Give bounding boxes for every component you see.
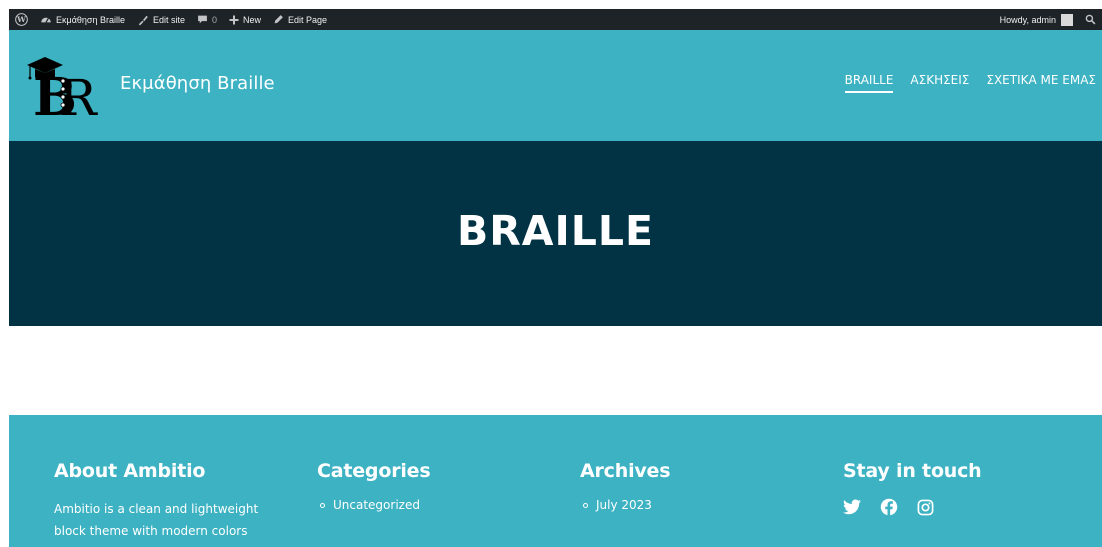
site-logo[interactable]: B R [25, 47, 103, 128]
search-icon [1085, 14, 1096, 25]
edit-site-link[interactable]: Edit site [131, 9, 191, 30]
plus-icon [229, 15, 239, 24]
footer-categories: Categories Uncategorized [317, 460, 557, 512]
brush-icon [138, 15, 148, 25]
footer-archives: Archives July 2023 [580, 460, 820, 512]
wordpress-icon: W [15, 13, 28, 26]
avatar [1061, 13, 1073, 26]
edit-site-label: Edit site [152, 14, 185, 25]
edit-page-label: Edit Page [288, 14, 328, 25]
category-item[interactable]: Uncategorized [317, 498, 557, 512]
category-label: Uncategorized [333, 498, 420, 512]
site-header: B R Εκμάθηση Braille BRAILLE ΑΣΚΗΣΕΙΣ ΣΧ… [9, 30, 1102, 141]
instagram-icon[interactable] [917, 499, 934, 516]
new-content-button[interactable]: New [223, 9, 267, 30]
nav-item-braille[interactable]: BRAILLE [844, 73, 893, 93]
comments-count: 0 [212, 14, 218, 25]
categories-heading: Categories [317, 460, 431, 482]
svg-text:R: R [59, 69, 98, 117]
about-heading: About Ambitio [54, 460, 206, 482]
admin-bar: W Εκμάθηση Braille Edit site 0 New Edit … [9, 9, 1102, 30]
twitter-icon[interactable] [843, 499, 861, 515]
hero-banner: BRAILLE [9, 141, 1102, 326]
page-content [9, 326, 1102, 415]
dashboard-icon [41, 17, 51, 23]
social-heading: Stay in touch [843, 460, 982, 482]
footer-about: About Ambitio Ambitio is a clean and lig… [54, 460, 294, 547]
pencil-icon [274, 15, 283, 24]
archives-heading: Archives [580, 460, 671, 482]
footer-social: Stay in touch [843, 460, 1083, 516]
comment-icon [198, 15, 207, 24]
edit-page-link[interactable]: Edit Page [267, 9, 333, 30]
bullet-icon [583, 502, 588, 508]
page-title: BRAILLE [456, 207, 655, 255]
svg-text:W: W [16, 15, 26, 24]
social-links [843, 498, 1083, 516]
howdy-label: Howdy, admin [999, 14, 1056, 25]
site-title[interactable]: Εκμάθηση Braille [120, 73, 275, 94]
site-footer: About Ambitio Ambitio is a clean and lig… [9, 415, 1102, 547]
main-navigation: BRAILLE ΑΣΚΗΣΕΙΣ ΣΧΕΤΙΚΑ ΜΕ ΕΜΑΣ [844, 73, 1096, 93]
about-text: Ambitio is a clean and lightweight block… [54, 502, 259, 547]
comments-link[interactable]: 0 [191, 9, 223, 30]
archive-label: July 2023 [596, 498, 652, 512]
new-label: New [243, 14, 262, 25]
braille-logo-icon: B R [27, 57, 98, 128]
nav-item-exercises[interactable]: ΑΣΚΗΣΕΙΣ [910, 73, 969, 93]
my-account-menu[interactable]: Howdy, admin [994, 9, 1079, 30]
archive-item[interactable]: July 2023 [580, 498, 820, 512]
wordpress-logo-button[interactable]: W [9, 9, 34, 30]
page: W Εκμάθηση Braille Edit site 0 New Edit … [9, 9, 1102, 547]
bullet-icon [320, 502, 325, 508]
nav-item-about-us[interactable]: ΣΧΕΤΙΚΑ ΜΕ ΕΜΑΣ [986, 73, 1096, 93]
search-button[interactable] [1079, 9, 1102, 30]
site-name-link[interactable]: Εκμάθηση Braille [34, 9, 131, 30]
site-name-label: Εκμάθηση Braille [56, 14, 125, 25]
facebook-icon[interactable] [880, 498, 898, 516]
